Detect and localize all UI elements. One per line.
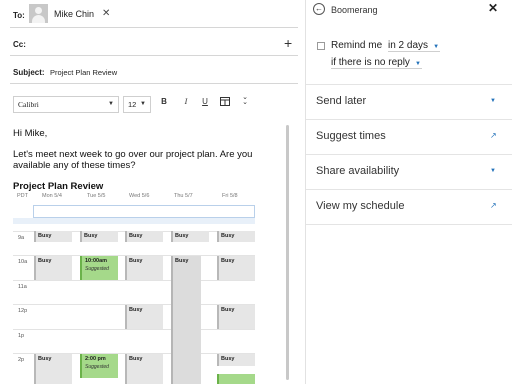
more-options-icon[interactable]: ⌄ ⌄ (239, 94, 251, 106)
busy-block: Busy (34, 256, 72, 280)
external-arrow-icon: ↗ (490, 201, 497, 210)
remove-recipient-icon[interactable]: ✕ (102, 8, 110, 19)
caret-down-icon: ▼ (433, 44, 440, 50)
caret-down-icon: ▼ (490, 98, 496, 104)
busy-block: Busy (34, 354, 72, 384)
chevron-down-icon: ▼ (140, 101, 146, 107)
busy-block: Busy (217, 305, 255, 329)
day-header: Mon 5/4 (42, 193, 62, 199)
all-day-band (13, 218, 255, 224)
busy-block: Busy (171, 231, 209, 242)
plan-title: Project Plan Review (13, 181, 104, 192)
busy-block: Busy (171, 256, 201, 384)
busy-block: Busy (80, 231, 118, 242)
close-icon[interactable]: ✕ (488, 1, 498, 15)
day-header: Tue 5/5 (87, 193, 106, 199)
boomerang-pane: ← Boomerang ✕ Remind me in 2 days ▼ if t… (305, 0, 512, 384)
external-arrow-icon: ↗ (490, 131, 497, 140)
underline-button[interactable]: U (199, 97, 211, 106)
busy-block: Busy (34, 231, 72, 242)
cc-label: Cc: (13, 40, 26, 49)
busy-block: Busy (217, 354, 255, 366)
compose-panel: To: Mike Chin ✕ Cc: + Subject: Project P… (0, 0, 305, 384)
to-label: To: (13, 11, 25, 20)
suggested-time: 10:00am (85, 258, 108, 264)
avatar (29, 4, 48, 23)
suggested-slot[interactable]: 2:00 pm Suggested (80, 354, 118, 378)
busy-block: Busy (125, 256, 163, 280)
body-line-2: available any of these times? (13, 160, 136, 171)
busy-block: Busy (125, 231, 163, 242)
remind-label: Remind me (331, 40, 383, 51)
add-cc-icon[interactable]: + (284, 36, 292, 50)
busy-block: Busy (125, 305, 163, 329)
italic-button[interactable]: I (180, 97, 192, 106)
recipient-name: Mike Chin (54, 8, 95, 19)
day-header: Thu 5/7 (174, 193, 193, 199)
cc-input[interactable] (32, 34, 277, 51)
suggested-label: Suggested (85, 364, 109, 370)
day-header: Fri 5/8 (222, 193, 238, 199)
font-size-value: 12 (128, 100, 137, 109)
back-arrow-icon[interactable]: ← (313, 3, 325, 15)
share-availability-option[interactable]: Share availability ▼ (306, 155, 512, 189)
remind-condition-select[interactable]: if there is no reply ▼ (331, 57, 422, 69)
time-label: 11a (18, 284, 27, 290)
divider (306, 224, 512, 225)
scrollbar-thumb[interactable] (286, 125, 289, 380)
option-label: Send later (316, 95, 367, 107)
font-size-select[interactable]: 12 ▼ (123, 96, 151, 113)
option-label: Suggest times (316, 130, 386, 142)
time-label: 9a (18, 235, 25, 241)
timezone-label: PDT (17, 193, 28, 199)
busy-block: Busy (217, 231, 255, 242)
option-label: Share availability (316, 165, 400, 177)
availability-calendar: PDT Mon 5/4 Tue 5/5 Wed 5/6 Thu 5/7 Fri … (13, 193, 255, 384)
bold-button[interactable]: B (158, 97, 170, 106)
table-icon (220, 97, 230, 106)
hour-line (13, 280, 255, 281)
time-label: 12p (18, 308, 28, 314)
recipient-chip[interactable]: Mike Chin ✕ (29, 4, 111, 23)
remind-when-select[interactable]: in 2 days ▼ (388, 40, 441, 52)
caret-down-icon: ▼ (490, 168, 496, 174)
font-family-value: Calibri (18, 100, 39, 109)
busy-block: Busy (125, 354, 163, 384)
suggested-slot[interactable] (217, 374, 255, 384)
day-header: Wed 5/6 (129, 193, 150, 199)
suggested-slot[interactable]: 10:00am Suggested (80, 256, 118, 280)
remind-condition-value: if there is no reply (331, 57, 410, 68)
time-label: 2p (18, 357, 25, 363)
time-label: 10a (18, 259, 28, 265)
font-family-select[interactable]: Calibri ▼ (13, 96, 119, 113)
subject-label: Subject: (13, 68, 45, 77)
suggested-label: Suggested (85, 266, 109, 272)
remind-when-value: in 2 days (388, 40, 429, 51)
hour-line (13, 329, 255, 330)
remind-checkbox[interactable] (317, 42, 325, 50)
pane-title: Boomerang (331, 5, 378, 15)
divider (10, 55, 298, 56)
option-label: View my schedule (316, 200, 405, 212)
subject-input[interactable]: Project Plan Review (50, 68, 117, 77)
table-button[interactable] (219, 97, 231, 108)
send-later-option[interactable]: Send later ▼ (306, 85, 512, 119)
time-label: 1p (18, 333, 25, 339)
suggest-times-option[interactable]: Suggest times ↗ (306, 120, 512, 154)
caret-down-icon: ▼ (414, 61, 421, 67)
divider (10, 83, 298, 84)
greeting-text: Hi Mike, (13, 128, 48, 139)
suggested-time: 2:00 pm (85, 356, 106, 362)
view-schedule-option[interactable]: View my schedule ↗ (306, 190, 512, 224)
busy-block: Busy (217, 256, 255, 280)
all-day-row[interactable] (33, 205, 255, 218)
chevron-down-icon: ▼ (108, 101, 114, 107)
divider (10, 27, 298, 28)
